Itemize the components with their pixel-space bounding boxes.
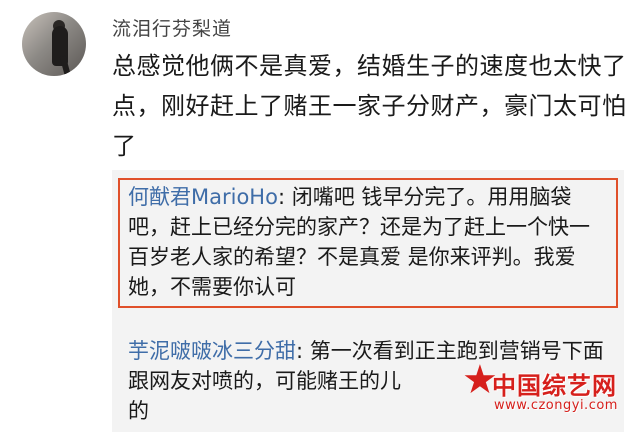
reply-item-highlighted: 何猷君MarioHo: 闭嘴吧 钱早分完了。用用脑袋吧，赶上已经分完的家产？还是… <box>118 178 618 308</box>
watermark-url: www.czongyi.com <box>494 398 618 413</box>
comment-text: 总感觉他俩不是真爱，结婚生子的速度也太快了点，刚好赶上了赌王一家子分财产，豪门太… <box>112 52 627 160</box>
reply-text-tail: 的 <box>128 399 149 423</box>
avatar-figure-leg <box>59 55 71 75</box>
site-watermark: ★ 中国综艺网 www.czongyi.com <box>462 360 632 422</box>
comment-username[interactable]: 流泪行芬梨道 <box>112 14 232 41</box>
watermark-title: 中国综艺网 <box>492 372 617 400</box>
avatar[interactable] <box>22 12 86 76</box>
reply-author-link[interactable]: 芋泥啵啵冰三分甜 <box>128 339 296 363</box>
reply-author-link[interactable]: 何猷君MarioHo <box>128 185 278 209</box>
